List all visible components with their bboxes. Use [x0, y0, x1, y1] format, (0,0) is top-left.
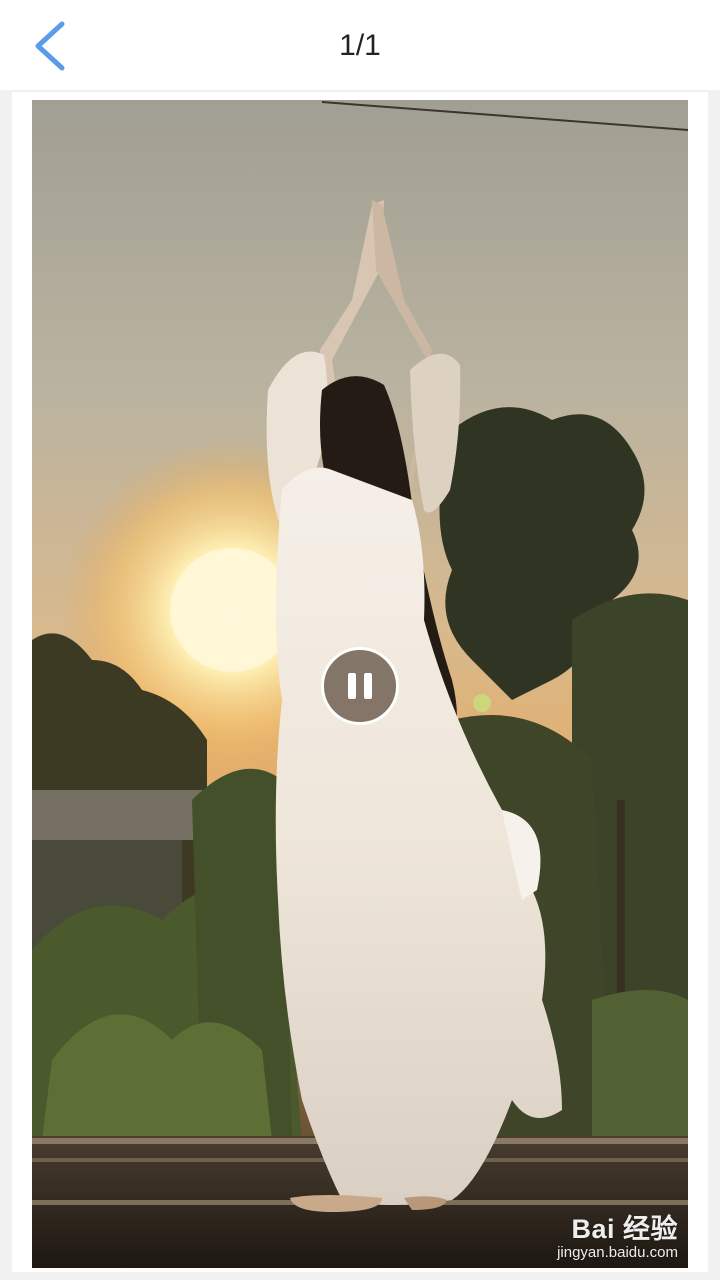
back-button[interactable]	[24, 16, 76, 76]
pause-icon	[364, 673, 372, 699]
watermark-brand: Bai 经验	[571, 1214, 678, 1244]
video-player[interactable]: Bai 经验 jingyan.baidu.com	[32, 100, 688, 1268]
pause-icon	[348, 673, 356, 699]
watermark: Bai 经验 jingyan.baidu.com	[557, 1214, 678, 1262]
chevron-left-icon	[35, 21, 65, 71]
page-counter: 1/1	[339, 29, 381, 62]
watermark-url: jingyan.baidu.com	[557, 1244, 678, 1261]
top-bar: 1/1	[0, 0, 720, 90]
pause-button[interactable]	[321, 647, 399, 725]
